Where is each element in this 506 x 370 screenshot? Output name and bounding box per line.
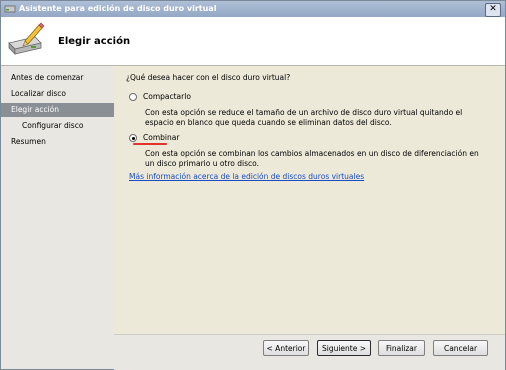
- more-info-link[interactable]: Más información acerca de la edición de …: [129, 172, 364, 181]
- compact-option-label[interactable]: Compactarlo: [143, 92, 191, 101]
- highlight-underline: [133, 143, 167, 145]
- merge-option-description: Con esta opción se combinan los cambios …: [145, 149, 479, 168]
- close-button[interactable]: ✕: [485, 3, 501, 17]
- next-button[interactable]: Siguiente >: [317, 340, 371, 356]
- cancel-button[interactable]: Cancelar: [433, 340, 488, 356]
- merge-option-label[interactable]: Combinar: [143, 133, 179, 142]
- compact-option-description: Con esta opción se reduce el tamaño de u…: [145, 108, 463, 127]
- merge-radio[interactable]: [129, 134, 137, 142]
- page-title: Elegir acción: [58, 36, 131, 47]
- wizard-steps-sidebar: Antes de comenzar Localizar disco Elegir…: [1, 66, 123, 369]
- sidebar-item-resumen[interactable]: Resumen: [1, 135, 123, 149]
- edit-disk-icon: [8, 22, 45, 55]
- previous-button[interactable]: < Anterior: [263, 340, 309, 356]
- action-question: ¿Qué desea hacer con el disco duro virtu…: [126, 73, 291, 82]
- sidebar-item-antes-de-comenzar[interactable]: Antes de comenzar: [1, 71, 123, 85]
- sidebar-item-localizar-disco[interactable]: Localizar disco: [1, 87, 123, 101]
- finish-button[interactable]: Finalizar: [378, 340, 425, 356]
- wizard-footer: < Anterior Siguiente > Finalizar Cancela…: [114, 334, 505, 370]
- sidebar-item-elegir-accion[interactable]: Elegir acción: [1, 103, 123, 117]
- compact-radio[interactable]: [129, 93, 137, 101]
- wizard-header: Elegir acción: [1, 17, 505, 66]
- main-panel: ¿Qué desea hacer con el disco duro virtu…: [114, 66, 505, 334]
- virtual-disk-icon: [4, 5, 16, 13]
- wizard-window: Asistente para edición de disco duro vir…: [0, 0, 506, 370]
- title-bar: Asistente para edición de disco duro vir…: [1, 1, 505, 17]
- radio-selected-dot: [131, 136, 135, 140]
- window-title: Asistente para edición de disco duro vir…: [19, 4, 217, 13]
